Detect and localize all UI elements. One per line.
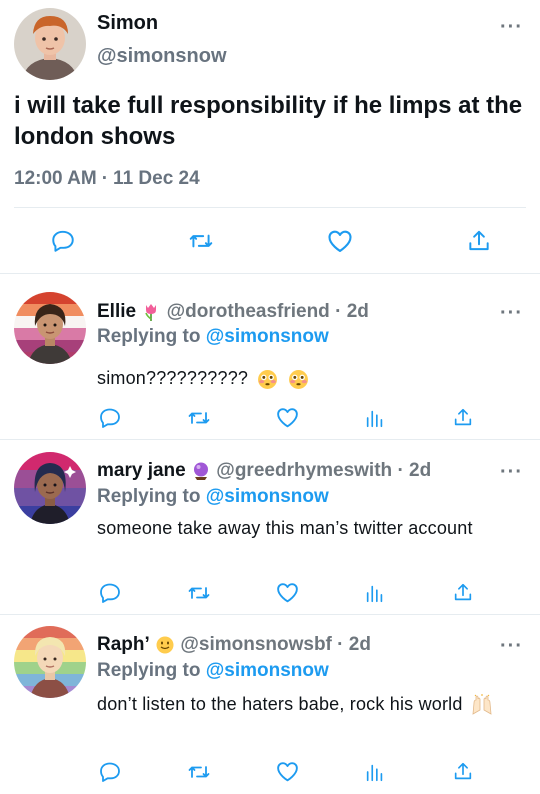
reply-text: simon?????????? bbox=[97, 366, 517, 391]
age[interactable]: 2d bbox=[349, 634, 371, 655]
timestamp[interactable]: 12:00 AM · 11 Dec 24 bbox=[14, 168, 200, 190]
display-name[interactable]: Raph’ bbox=[97, 634, 150, 655]
reply-icon[interactable] bbox=[98, 581, 122, 605]
handle[interactable]: @simonsnow bbox=[97, 45, 227, 68]
reply-text: don’t listen to the haters babe, rock hi… bbox=[97, 689, 497, 720]
separator-dot: · bbox=[337, 634, 344, 655]
share-icon[interactable] bbox=[452, 759, 474, 784]
replying-prefix: Replying to bbox=[97, 486, 201, 507]
reply-text: someone take away this man’s twitter acc… bbox=[97, 518, 473, 538]
analytics-icon[interactable] bbox=[364, 760, 386, 784]
reply-header: Raph’ @simonsnowsbf · 2d bbox=[97, 634, 371, 656]
reply-header: mary jane @greedrhymeswith · 2d bbox=[97, 460, 431, 482]
replying-to: Replying to @simonsnow bbox=[97, 326, 329, 348]
replying-to: Replying to @simonsnow bbox=[97, 486, 329, 508]
separator-dot: · bbox=[397, 460, 404, 481]
more-icon[interactable]: ··· bbox=[500, 17, 523, 37]
separator-dot: · bbox=[335, 301, 342, 322]
replying-to: Replying to @simonsnow bbox=[97, 660, 329, 682]
display-name[interactable]: Ellie bbox=[97, 301, 136, 322]
smiling-face-icon bbox=[156, 636, 174, 654]
reply-tweet[interactable]: Raph’ @simonsnowsbf · 2d ··· Replying to… bbox=[0, 615, 540, 794]
reply-header: Ellie @dorotheasfriend · 2d bbox=[97, 301, 369, 323]
retweet-icon[interactable] bbox=[186, 760, 212, 784]
reply-icon[interactable] bbox=[50, 228, 76, 254]
replying-prefix: Replying to bbox=[97, 660, 201, 681]
tweet-time: 12:00 AM bbox=[14, 168, 97, 189]
reply-text-content: don’t listen to the haters babe, rock hi… bbox=[97, 694, 463, 714]
analytics-icon[interactable] bbox=[364, 406, 386, 430]
like-icon[interactable] bbox=[275, 759, 300, 784]
mention-link[interactable]: @simonsnow bbox=[206, 660, 329, 681]
reply-text-content: simon?????????? bbox=[97, 368, 249, 388]
avatar[interactable] bbox=[14, 292, 86, 364]
analytics-icon[interactable] bbox=[364, 581, 386, 605]
retweet-icon[interactable] bbox=[187, 228, 215, 254]
reply-tweet[interactable]: mary jane @greedrhymeswith · 2d ··· Repl… bbox=[0, 440, 540, 615]
raising-hands-icon bbox=[472, 694, 492, 715]
main-tweet: Simon @simonsnow ··· i will take full re… bbox=[0, 0, 540, 274]
reply-icon[interactable] bbox=[98, 406, 122, 430]
retweet-icon[interactable] bbox=[186, 406, 212, 430]
age[interactable]: 2d bbox=[347, 301, 369, 322]
more-icon[interactable]: ··· bbox=[500, 636, 523, 656]
mention-link[interactable]: @simonsnow bbox=[206, 486, 329, 507]
display-name[interactable]: mary jane bbox=[97, 460, 186, 481]
reply-tweet[interactable]: Ellie @dorotheasfriend · 2d ··· Replying… bbox=[0, 274, 540, 440]
mention-link[interactable]: @simonsnow bbox=[206, 326, 329, 347]
display-name[interactable]: Simon bbox=[97, 12, 158, 35]
avatar[interactable] bbox=[14, 452, 86, 524]
retweet-icon[interactable] bbox=[186, 581, 212, 605]
handle[interactable]: @greedrhymeswith bbox=[216, 460, 392, 481]
crystal-ball-icon bbox=[194, 462, 209, 480]
avatar[interactable] bbox=[14, 626, 86, 698]
avatar[interactable] bbox=[14, 8, 86, 80]
more-icon[interactable]: ··· bbox=[500, 462, 523, 482]
flushed-face-icon bbox=[258, 369, 278, 389]
flushed-face-icon bbox=[288, 369, 308, 389]
more-icon[interactable]: ··· bbox=[500, 303, 523, 323]
share-icon[interactable] bbox=[452, 580, 474, 605]
age[interactable]: 2d bbox=[409, 460, 431, 481]
divider bbox=[14, 207, 526, 208]
tweet-date: 11 Dec 24 bbox=[113, 168, 200, 189]
share-icon[interactable] bbox=[466, 227, 492, 255]
like-icon[interactable] bbox=[275, 580, 300, 605]
like-icon[interactable] bbox=[275, 405, 300, 430]
tweet-text: i will take full responsibility if he li… bbox=[14, 92, 523, 150]
share-icon[interactable] bbox=[452, 405, 474, 430]
reply-icon[interactable] bbox=[98, 760, 122, 784]
replying-prefix: Replying to bbox=[97, 326, 201, 347]
tulip-icon bbox=[145, 303, 157, 321]
like-icon[interactable] bbox=[326, 227, 354, 255]
handle[interactable]: @dorotheasfriend bbox=[167, 301, 330, 322]
handle[interactable]: @simonsnowsbf bbox=[180, 634, 332, 655]
